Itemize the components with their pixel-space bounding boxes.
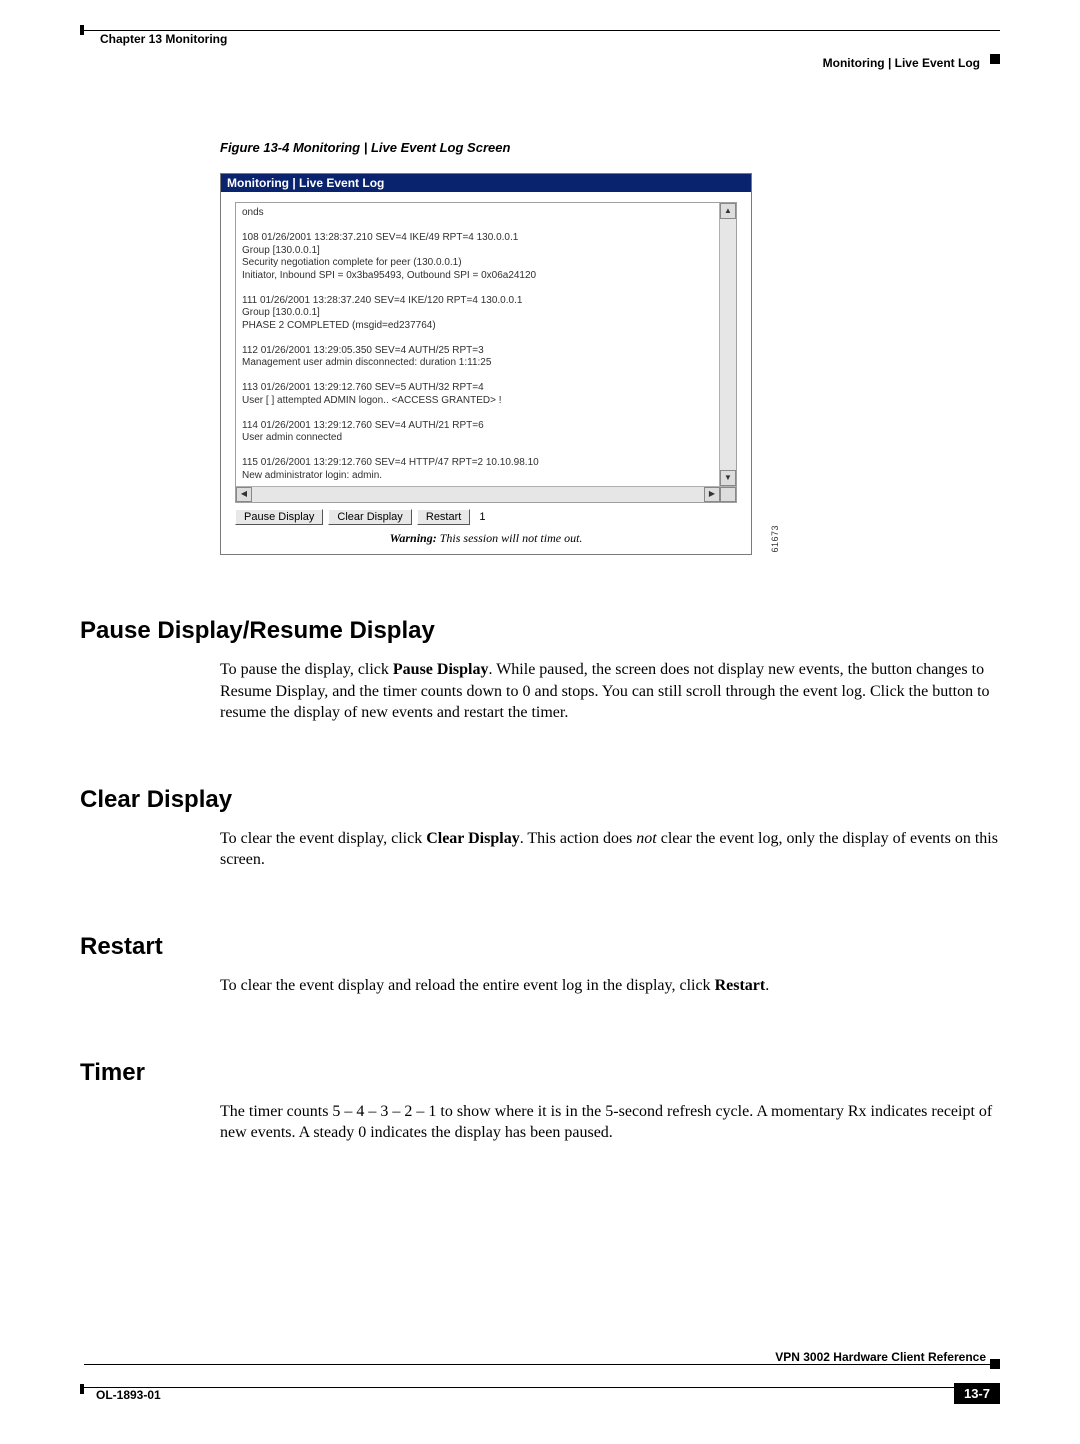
vertical-scrollbar[interactable]: ▲ ▼ bbox=[719, 203, 736, 486]
event-log-pane: onds 108 01/26/2001 13:28:37.210 SEV=4 I… bbox=[235, 202, 737, 503]
scroll-right-icon[interactable]: ▶ bbox=[704, 487, 720, 502]
header-marker-right bbox=[990, 54, 1000, 64]
chapter-label: Chapter 13 Monitoring bbox=[100, 32, 227, 46]
footer-marker-left bbox=[80, 1384, 84, 1394]
scroll-up-icon[interactable]: ▲ bbox=[720, 203, 736, 219]
page-number-badge: 13-7 bbox=[954, 1383, 1000, 1404]
restart-button[interactable]: Restart bbox=[417, 509, 470, 525]
section-body-clear: To clear the event display, click Clear … bbox=[220, 828, 1000, 871]
timer-value: 1 bbox=[479, 511, 485, 523]
event-log-text: onds 108 01/26/2001 13:28:37.210 SEV=4 I… bbox=[236, 203, 736, 486]
section-body-restart: To clear the event display and reload th… bbox=[220, 975, 1000, 997]
figure-id: 61673 bbox=[770, 525, 780, 553]
window-titlebar: Monitoring | Live Event Log bbox=[221, 174, 751, 192]
scroll-down-icon[interactable]: ▼ bbox=[720, 470, 736, 486]
breadcrumb: Monitoring | Live Event Log bbox=[823, 56, 980, 70]
section-body-timer: The timer counts 5 – 4 – 3 – 2 – 1 to sh… bbox=[220, 1101, 1000, 1144]
pause-display-button[interactable]: Pause Display bbox=[235, 509, 323, 525]
clear-display-button[interactable]: Clear Display bbox=[328, 509, 411, 525]
horizontal-scrollbar[interactable]: ◀ ▶ bbox=[236, 486, 736, 502]
figure-screenshot: Monitoring | Live Event Log onds 108 01/… bbox=[220, 173, 752, 555]
section-heading-restart: Restart bbox=[80, 933, 1000, 961]
footer-doc-title: VPN 3002 Hardware Client Reference bbox=[775, 1350, 986, 1364]
section-heading-clear: Clear Display bbox=[80, 786, 1000, 814]
section-body-pause: To pause the display, click Pause Displa… bbox=[220, 659, 1000, 724]
scroll-corner bbox=[720, 487, 736, 502]
section-heading-pause: Pause Display/Resume Display bbox=[80, 617, 1000, 645]
footer-doc-id: OL-1893-01 bbox=[96, 1388, 161, 1402]
section-heading-timer: Timer bbox=[80, 1059, 1000, 1087]
footer-marker-right bbox=[990, 1359, 1000, 1369]
figure-caption: Figure 13-4 Monitoring | Live Event Log … bbox=[220, 140, 1000, 155]
scroll-left-icon[interactable]: ◀ bbox=[236, 487, 252, 502]
warning-text: Warning: This session will not time out. bbox=[235, 531, 737, 546]
header-marker-left bbox=[80, 25, 84, 35]
